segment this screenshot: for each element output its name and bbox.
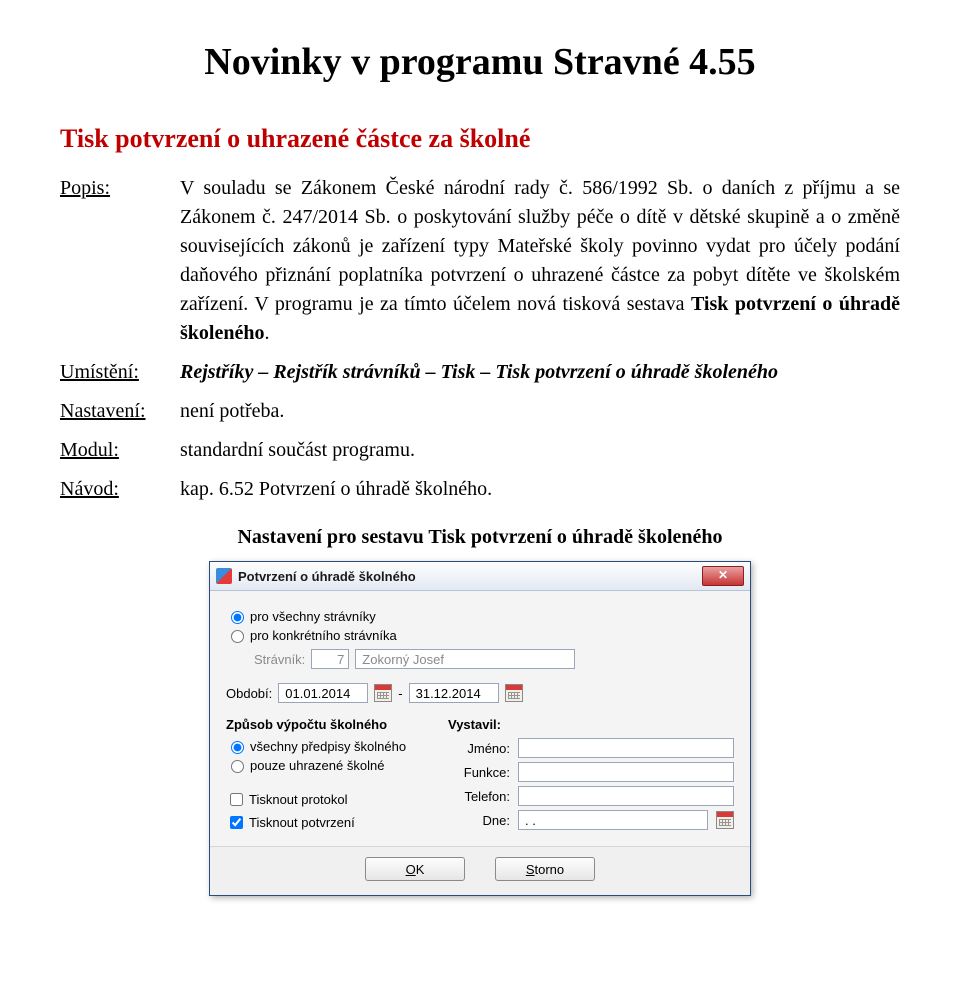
- row-popis: Popis: V souladu se Zákonem České národn…: [60, 174, 900, 348]
- value-popis: V souladu se Zákonem České národní rady …: [180, 174, 900, 348]
- popis-text-after: .: [264, 322, 269, 344]
- date-from-input[interactable]: [278, 683, 368, 703]
- field-telefon: Telefon:: [448, 786, 734, 806]
- label-navod: Návod:: [60, 475, 180, 504]
- dialog-titlebar: Potvrzení o úhradě školného ✕: [210, 562, 750, 591]
- label-nastaveni: Nastavení:: [60, 397, 180, 426]
- storno-underline: S: [526, 862, 535, 877]
- radio-paid-only[interactable]: pouze uhrazené školné: [226, 757, 418, 773]
- value-umisteni: Rejstříky – Rejstřík strávníků – Tisk – …: [180, 358, 900, 387]
- app-icon: [216, 568, 232, 584]
- label-umisteni: Umístění:: [60, 358, 180, 387]
- radio-one-stravnik[interactable]: pro konkrétního strávníka: [226, 627, 734, 643]
- picture-caption: Nastavení pro sestavu Tisk potvrzení o ú…: [60, 526, 900, 549]
- radio-all-predpisy-label: všechny předpisy školného: [250, 739, 406, 754]
- check-potvrzeni[interactable]: Tisknout potvrzení: [226, 813, 418, 832]
- storno-button[interactable]: Storno: [495, 857, 595, 881]
- stravnik-label: Strávník:: [254, 652, 305, 667]
- value-modul: standardní součást programu.: [180, 436, 900, 465]
- dialog-window: Potvrzení o úhradě školného ✕ pro všechn…: [209, 561, 751, 896]
- label-popis: Popis:: [60, 174, 180, 348]
- two-column-area: Způsob výpočtu školného všechny předpisy…: [226, 717, 734, 836]
- field-jmeno: Jméno:: [448, 738, 734, 758]
- obdobi-label: Období:: [226, 686, 272, 701]
- field-dne: Dne:: [448, 810, 734, 830]
- label-modul: Modul:: [60, 436, 180, 465]
- button-bar: OK Storno: [210, 846, 750, 895]
- stravnik-row: Strávník:: [254, 649, 734, 669]
- check-protokol-label: Tisknout protokol: [249, 792, 348, 807]
- jmeno-input[interactable]: [518, 738, 734, 758]
- vystavil-heading: Vystavil:: [448, 717, 734, 732]
- field-funkce: Funkce:: [448, 762, 734, 782]
- radio-all-label: pro všechny strávníky: [250, 609, 376, 624]
- dne-label: Dne:: [448, 813, 510, 828]
- value-navod: kap. 6.52 Potvrzení o úhradě školného.: [180, 475, 900, 504]
- radio-paid-only-label: pouze uhrazené školné: [250, 758, 384, 773]
- funkce-label: Funkce:: [448, 765, 510, 780]
- check-potvrzeni-label: Tisknout potvrzení: [249, 815, 355, 830]
- date-separator: -: [398, 686, 402, 701]
- row-umisteni: Umístění: Rejstříky – Rejstřík strávníků…: [60, 358, 900, 387]
- jmeno-label: Jméno:: [448, 741, 510, 756]
- ok-button[interactable]: OK: [365, 857, 465, 881]
- check-potvrzeni-input[interactable]: [230, 816, 243, 829]
- dialog-body: pro všechny strávníky pro konkrétního st…: [210, 591, 750, 846]
- left-column: Způsob výpočtu školného všechny předpisy…: [226, 717, 418, 836]
- page-title: Novinky v programu Stravné 4.55: [60, 40, 900, 84]
- radio-all-stravniky[interactable]: pro všechny strávníky: [226, 608, 734, 624]
- telefon-label: Telefon:: [448, 789, 510, 804]
- calendar-icon[interactable]: [716, 811, 734, 829]
- dialog-title: Potvrzení o úhradě školného: [238, 569, 702, 584]
- row-nastaveni: Nastavení: není potřeba.: [60, 397, 900, 426]
- radio-all-predpisy[interactable]: všechny předpisy školného: [226, 738, 418, 754]
- ok-rest: K: [416, 862, 425, 877]
- value-nastaveni: není potřeba.: [180, 397, 900, 426]
- storno-rest: torno: [535, 862, 565, 877]
- calendar-icon[interactable]: [505, 684, 523, 702]
- radio-one-input[interactable]: [231, 630, 244, 643]
- calendar-icon[interactable]: [374, 684, 392, 702]
- radio-all-input[interactable]: [231, 611, 244, 624]
- calc-heading: Způsob výpočtu školného: [226, 717, 418, 732]
- close-icon[interactable]: ✕: [702, 566, 744, 586]
- check-protokol[interactable]: Tisknout protokol: [226, 790, 418, 809]
- stravnik-number-input[interactable]: [311, 649, 349, 669]
- radio-all-predpisy-input[interactable]: [231, 741, 244, 754]
- row-navod: Návod: kap. 6.52 Potvrzení o úhradě škol…: [60, 475, 900, 504]
- radio-paid-only-input[interactable]: [231, 760, 244, 773]
- stravnik-name-input[interactable]: [355, 649, 575, 669]
- ok-underline: O: [406, 862, 416, 877]
- obdobi-row: Období: -: [226, 683, 734, 703]
- radio-one-label: pro konkrétního strávníka: [250, 628, 397, 643]
- dne-input[interactable]: [518, 810, 708, 830]
- section-heading: Tisk potvrzení o uhrazené částce za škol…: [60, 124, 900, 154]
- funkce-input[interactable]: [518, 762, 734, 782]
- right-column: Vystavil: Jméno: Funkce: Telefon: Dne:: [448, 717, 734, 836]
- date-to-input[interactable]: [409, 683, 499, 703]
- check-protokol-input[interactable]: [230, 793, 243, 806]
- row-modul: Modul: standardní součást programu.: [60, 436, 900, 465]
- telefon-input[interactable]: [518, 786, 734, 806]
